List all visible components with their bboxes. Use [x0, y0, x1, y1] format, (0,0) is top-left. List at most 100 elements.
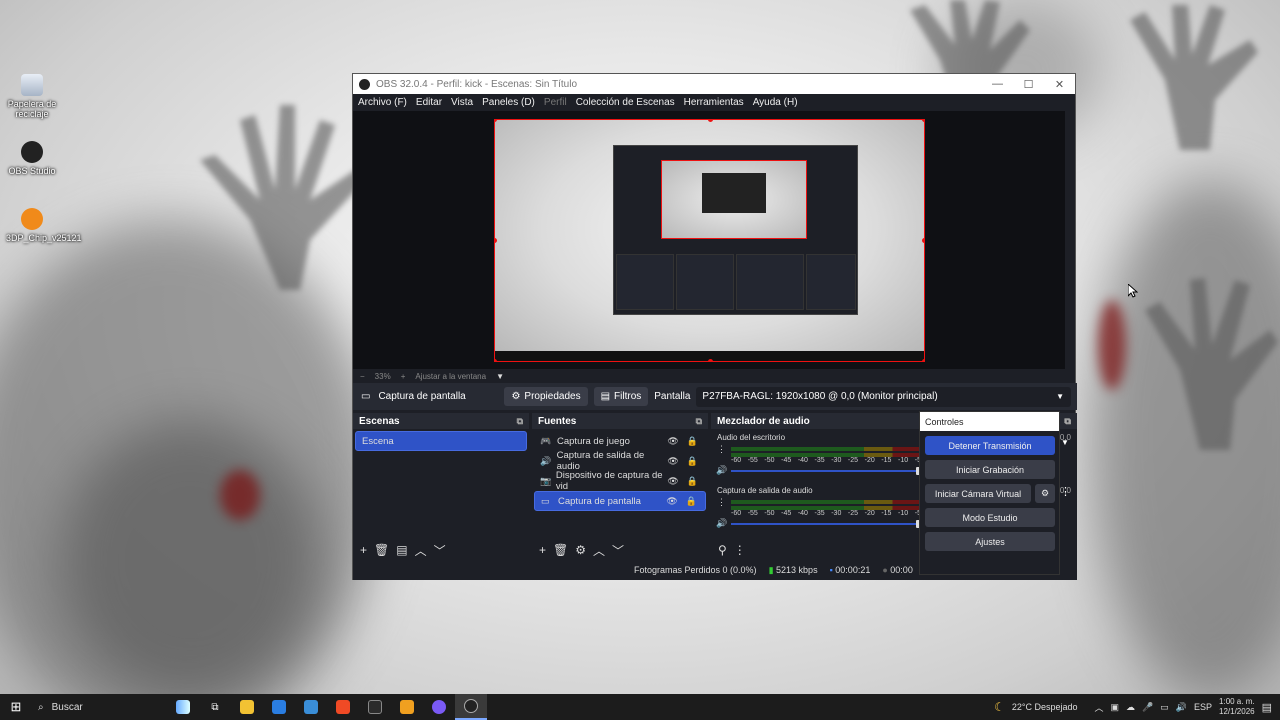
cloud-icon[interactable]: ☁	[1126, 702, 1135, 713]
undock-icon[interactable]: ⧉	[696, 416, 702, 427]
settings-button[interactable]: Ajustes	[925, 532, 1055, 551]
trash-icon[interactable]: 🗑	[374, 543, 389, 557]
zoom-out-button[interactable]: −	[360, 372, 365, 381]
eye-icon[interactable]: 👁	[667, 476, 678, 487]
menu-perfil[interactable]: Perfil	[544, 97, 567, 108]
properties-button[interactable]: ⚙ Propiedades	[504, 387, 588, 406]
filter-icon[interactable]: ▤	[396, 543, 407, 557]
menu-ayuda[interactable]: Ayuda (H)	[753, 97, 798, 108]
file-explorer-icon[interactable]	[231, 694, 263, 720]
link-icon[interactable]: ⚲	[718, 543, 727, 557]
speaker-icon[interactable]: 🔊	[716, 465, 727, 476]
undock-icon[interactable]: ⧉	[517, 416, 523, 427]
start-recording-button[interactable]: Iniciar Grabación	[925, 460, 1055, 479]
tray-app-icon[interactable]: ▣	[1111, 702, 1120, 713]
kebab-menu-icon[interactable]: ⋮	[734, 543, 746, 557]
widgets-app[interactable]	[167, 694, 199, 720]
volume-slider[interactable]	[731, 520, 924, 528]
chevron-up-icon[interactable]: ︿	[593, 542, 605, 559]
virtual-camera-settings-button[interactable]: ⚙	[1035, 484, 1055, 503]
clock[interactable]: 1:00 a. m. 12/1/2026	[1219, 697, 1255, 717]
lock-icon[interactable]: 🔒	[687, 456, 698, 467]
clock-time: 1:00 a. m.	[1219, 697, 1255, 706]
stream-options-chevron-icon[interactable]: ▼	[1061, 438, 1069, 447]
weather-text[interactable]: 22°C Despejado	[1012, 702, 1078, 712]
title-bar: OBS 32.0.4 - Perfil: kick - Escenas: Sin…	[353, 74, 1075, 94]
remote-desktop-icon[interactable]	[295, 694, 327, 720]
menu-coleccion-escenas[interactable]: Colección de Escenas	[576, 97, 675, 108]
game-app-icon[interactable]	[391, 694, 423, 720]
chevron-down-icon[interactable]: ﹀	[434, 542, 446, 559]
minimize-button[interactable]: —	[982, 78, 1013, 91]
filters-label: Filtros	[614, 391, 642, 402]
kebab-menu-icon[interactable]: ⋮	[717, 444, 726, 455]
record-time: 00:00	[890, 565, 913, 575]
chevron-up-icon[interactable]: ︿	[415, 542, 427, 559]
eye-icon[interactable]: 👁	[666, 496, 677, 507]
obs-logo-icon	[359, 78, 370, 90]
close-button[interactable]: ✕	[1044, 78, 1075, 91]
preview-area[interactable]	[353, 111, 1065, 369]
obs-taskbar-icon[interactable]	[455, 694, 487, 720]
selected-source-name: Captura de pantalla	[378, 391, 466, 402]
chevron-down-icon[interactable]: ﹀	[612, 542, 624, 559]
task-view-icon[interactable]: ⧉	[199, 694, 231, 720]
taskbar-search[interactable]: ⌕ Buscar	[32, 694, 167, 720]
studio-mode-button[interactable]: Modo Estudio	[925, 508, 1055, 527]
lock-icon[interactable]: 🔒	[687, 476, 698, 487]
menu-editar[interactable]: Editar	[416, 97, 442, 108]
network-icon[interactable]: ▭	[1160, 702, 1169, 713]
virtual-camera-button[interactable]: Iniciar Cámara Virtual	[925, 484, 1031, 503]
gamepad-icon: 🎮	[540, 435, 552, 446]
source-item[interactable]: ▭ Captura de pantalla 👁 🔒	[534, 491, 706, 511]
scene-item[interactable]: Escena	[355, 431, 527, 451]
monitor-icon: ▭	[541, 495, 550, 506]
maximize-button[interactable]: ☐	[1013, 78, 1044, 91]
source-toolbar: ▭ Captura de pantalla ⚙ Propiedades ▤ Fi…	[353, 383, 1077, 410]
gear-icon[interactable]: ⚙	[575, 543, 586, 557]
microphone-icon[interactable]: 🎤	[1142, 702, 1153, 713]
undock-icon[interactable]: ⧉	[1064, 416, 1070, 427]
source-item[interactable]: 🔊 Captura de salida de audio 👁 🔒	[534, 450, 706, 472]
desktop-icon-3dp-chip[interactable]: 3DP_Chip_v25121	[6, 208, 82, 243]
language-indicator[interactable]: ESP	[1194, 702, 1212, 712]
add-icon[interactable]: +	[360, 543, 367, 557]
speaker-icon[interactable]: 🔊	[716, 518, 727, 529]
preview-canvas[interactable]	[494, 119, 925, 362]
notifications-icon[interactable]: ▤	[1262, 701, 1272, 714]
add-icon[interactable]: +	[539, 543, 546, 557]
chat-app-icon[interactable]	[423, 694, 455, 720]
kebab-menu-icon[interactable]: ⋮	[1060, 485, 1071, 498]
menu-vista[interactable]: Vista	[451, 97, 473, 108]
brave-browser-icon[interactable]	[327, 694, 359, 720]
zoom-dropdown-icon[interactable]: ▼	[496, 372, 504, 381]
sources-dock: Fuentes ⧉ 🎮 Captura de juego 👁 🔒 🔊 Captura…	[532, 413, 708, 560]
display-select[interactable]: P27FBA-RAGL: 1920x1080 @ 0,0 (Monitor pr…	[696, 386, 1071, 407]
menu-paneles[interactable]: Paneles (D)	[482, 97, 535, 108]
volume-meter	[731, 447, 921, 451]
filters-button[interactable]: ▤ Filtros	[593, 387, 649, 406]
camera-icon: 📷	[540, 475, 552, 486]
display-label: Pantalla	[654, 391, 691, 402]
volume-slider[interactable]	[731, 467, 924, 475]
chevron-up-icon[interactable]: ︿	[1095, 701, 1104, 714]
volume-icon[interactable]: 🔊	[1176, 702, 1187, 713]
lock-icon[interactable]: 🔒	[686, 496, 697, 507]
trash-icon[interactable]: 🗑	[553, 543, 568, 557]
menu-herramientas[interactable]: Herramientas	[684, 97, 744, 108]
desktop-icon-recycle-bin[interactable]: Papelera de reciclaje	[6, 74, 58, 119]
desktop-icon-obs[interactable]: OBS Studio	[6, 141, 58, 176]
menu-archivo[interactable]: Archivo (F)	[358, 97, 407, 108]
lock-icon[interactable]: 🔒	[687, 436, 698, 447]
eye-icon[interactable]: 👁	[667, 436, 678, 447]
zoom-in-button[interactable]: +	[401, 372, 406, 381]
taskbar: ⊞ ⌕ Buscar ⧉ ☾ 22°C Despejado ︿ ▣ ☁ 🎤 ▭ …	[0, 694, 1280, 720]
windows-start-icon[interactable]: ⊞	[0, 699, 32, 715]
epic-games-icon[interactable]	[359, 694, 391, 720]
source-item[interactable]: 📷 Dispositivo de captura de vid 👁 🔒	[534, 470, 706, 492]
stop-stream-button[interactable]: Detener Transmisión	[925, 436, 1055, 455]
store-icon[interactable]	[263, 694, 295, 720]
source-item[interactable]: 🎮 Captura de juego 👁 🔒	[534, 431, 706, 451]
kebab-menu-icon[interactable]: ⋮	[717, 497, 726, 508]
eye-icon[interactable]: 👁	[667, 456, 678, 467]
